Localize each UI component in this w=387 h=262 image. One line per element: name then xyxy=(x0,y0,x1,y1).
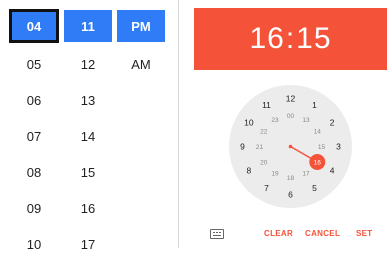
hour-option[interactable]: 05 xyxy=(10,46,58,82)
clock-time-picker-dialog: 16:15 12 1 2 3 4 5 6 7 8 9 10 11 00 13 14 15 16 17 18 19 20 2… xyxy=(194,8,387,248)
minute-option[interactable]: 16 xyxy=(64,190,112,226)
hour-option[interactable]: 09 xyxy=(10,190,58,226)
cancel-button[interactable]: CANCEL xyxy=(305,229,340,238)
outer-clock-number[interactable]: 2 xyxy=(330,118,335,128)
outer-clock-number[interactable]: 9 xyxy=(240,142,245,152)
hour-option[interactable]: 07 xyxy=(10,118,58,154)
minute-option[interactable]: 13 xyxy=(64,82,112,118)
header-minute[interactable]: 15 xyxy=(296,22,331,56)
period-option[interactable]: AM xyxy=(117,46,165,82)
hour-option[interactable]: 10 xyxy=(10,226,58,262)
list-time-picker: 04 05 06 07 08 09 10 11 12 13 14 15 16 1… xyxy=(0,0,179,252)
inner-clock-number[interactable]: 18 xyxy=(287,175,295,182)
inner-clock-number[interactable]: 19 xyxy=(271,171,279,178)
inner-clock-number[interactable]: 21 xyxy=(256,144,264,151)
inner-clock-number[interactable]: 23 xyxy=(271,117,279,124)
outer-clock-number[interactable]: 7 xyxy=(264,183,269,193)
outer-clock-number[interactable]: 12 xyxy=(286,94,296,104)
dialog-footer: CLEAR CANCEL SET xyxy=(194,226,387,246)
period-option-selected[interactable]: PM xyxy=(117,10,165,42)
inner-clock-number[interactable]: 13 xyxy=(302,117,310,124)
hour-option[interactable]: 06 xyxy=(10,82,58,118)
inner-clock-number[interactable]: 00 xyxy=(287,113,295,120)
inner-clock-number[interactable]: 20 xyxy=(260,159,268,166)
inner-clock-number[interactable]: 22 xyxy=(260,128,268,135)
keyboard-icon[interactable] xyxy=(210,229,224,239)
minute-option[interactable]: 15 xyxy=(64,154,112,190)
minute-option[interactable]: 12 xyxy=(64,46,112,82)
clear-button[interactable]: CLEAR xyxy=(264,229,293,238)
inner-clock-number[interactable]: 16 xyxy=(314,159,322,166)
outer-clock-number[interactable]: 10 xyxy=(244,118,254,128)
hour-column[interactable]: 04 05 06 07 08 09 10 xyxy=(9,0,59,262)
minute-option[interactable]: 14 xyxy=(64,118,112,154)
inner-clock-number[interactable]: 15 xyxy=(318,144,326,151)
minute-option[interactable]: 17 xyxy=(64,226,112,262)
outer-clock-number[interactable]: 6 xyxy=(288,190,293,200)
outer-clock-number[interactable]: 3 xyxy=(336,142,341,152)
inner-clock-number[interactable]: 14 xyxy=(314,128,322,135)
minute-column[interactable]: 11 12 13 14 15 16 17 xyxy=(64,0,112,262)
time-header: 16:15 xyxy=(194,8,387,70)
hour-option[interactable]: 08 xyxy=(10,154,58,190)
minute-option-selected[interactable]: 11 xyxy=(64,10,112,42)
clock-center-dot xyxy=(288,144,293,149)
outer-clock-number[interactable]: 11 xyxy=(262,100,271,110)
outer-clock-number[interactable]: 1 xyxy=(312,100,317,110)
outer-clock-number[interactable]: 8 xyxy=(247,166,252,176)
outer-clock-number[interactable]: 4 xyxy=(330,166,335,176)
inner-clock-number[interactable]: 17 xyxy=(302,171,310,178)
outer-clock-number[interactable]: 5 xyxy=(312,183,317,193)
period-column[interactable]: PM AM xyxy=(117,0,165,82)
header-hour[interactable]: 16 xyxy=(249,22,284,56)
header-separator: : xyxy=(285,22,296,55)
hour-option-selected[interactable]: 04 xyxy=(9,9,59,43)
set-button[interactable]: SET xyxy=(356,229,372,238)
clock-face[interactable]: 121234567891011001314151617181920212223 xyxy=(229,85,352,208)
